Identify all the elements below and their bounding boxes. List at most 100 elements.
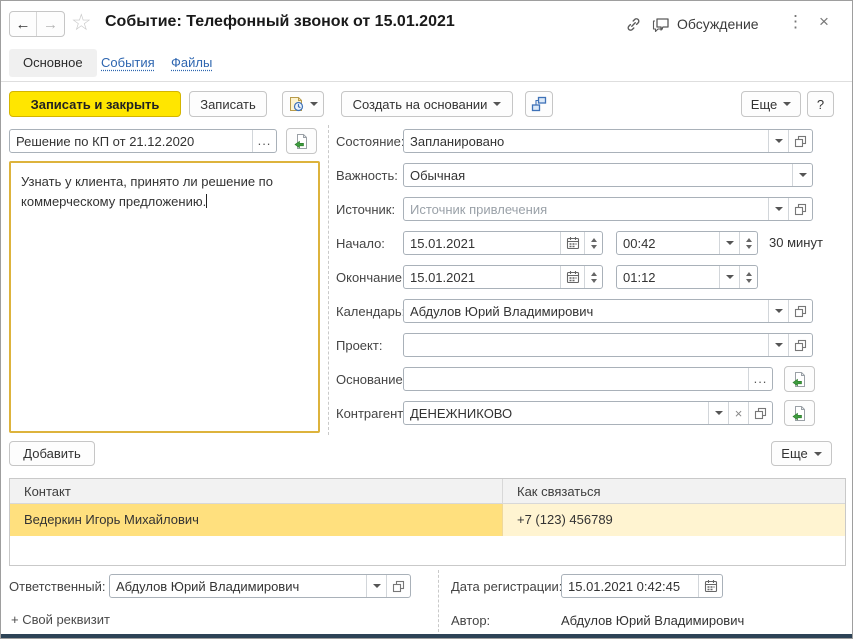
importance-field[interactable]: Обычная [403,163,813,187]
clear-icon[interactable]: × [728,402,748,424]
tab-main[interactable]: Основное [9,49,97,77]
state-field[interactable]: Запланировано [403,129,813,153]
chevron-down-icon[interactable] [708,402,728,424]
table-more-button[interactable]: Еще [771,441,832,466]
importance-value[interactable]: Обычная [404,164,792,186]
description-textarea[interactable]: Узнать у клиента, принято ли решение по … [9,161,320,433]
counterparty-value[interactable]: ДЕНЕЖНИКОВО [404,402,708,424]
column-header-contact[interactable]: Контакт [10,479,502,503]
open-in-window-icon[interactable] [748,402,772,424]
end-time-field[interactable]: 01:12 [616,265,758,289]
chevron-down-icon[interactable] [719,232,739,254]
responsible-field[interactable]: Абдулов Юрий Владимирович [109,574,411,598]
source-placeholder[interactable]: Источник привлечения [404,198,768,220]
time-spinner[interactable] [739,266,757,288]
tabs-divider [1,81,853,82]
postpone-event-button[interactable] [282,91,324,117]
structure-links-icon [531,96,547,112]
registration-date-value[interactable]: 15.01.2021 0:42:45 [562,575,698,597]
end-date-field[interactable]: 15.01.2021 [403,265,603,289]
open-counterparty-button[interactable] [784,400,815,426]
add-contact-label: Добавить [23,446,80,461]
choose-button[interactable]: ... [748,368,772,390]
chevron-down-icon[interactable] [768,334,788,356]
close-icon[interactable]: × [815,12,833,32]
end-date-value[interactable]: 15.01.2021 [404,266,560,288]
table-row[interactable]: Ведеркин Игорь Михайлович +7 (123) 45678… [10,504,845,536]
subject-value[interactable]: Решение по КП от 21.12.2020 [10,130,252,152]
calendar-icon[interactable] [560,232,584,254]
copy-link-icon[interactable] [623,14,643,34]
state-label: Состояние: [336,134,404,149]
tab-files[interactable]: Файлы [171,55,212,70]
create-based-on-button[interactable]: Создать на основании [341,91,513,117]
open-in-window-icon[interactable] [788,198,812,220]
form-more-button[interactable]: Еще [741,91,801,117]
calendar-value[interactable]: Абдулов Юрий Владимирович [404,300,768,322]
end-label: Окончание: [336,270,406,285]
calendar-icon[interactable] [560,266,584,288]
open-in-window-icon[interactable] [386,575,410,597]
basis-label: Основание: [336,372,406,387]
time-spinner[interactable] [739,232,757,254]
tab-events[interactable]: События [101,55,155,70]
start-time-field[interactable]: 00:42 [616,231,758,255]
contact-cell[interactable]: Ведеркин Игорь Михайлович [10,504,502,536]
footer-divider [438,570,439,632]
date-spinner[interactable] [584,266,602,288]
open-basis-button[interactable] [784,366,815,392]
save-button[interactable]: Записать [189,91,267,117]
add-contact-button[interactable]: Добавить [9,441,95,466]
date-spinner[interactable] [584,232,602,254]
responsible-value[interactable]: Абдулов Юрий Владимирович [110,575,366,597]
registration-date-field[interactable]: 15.01.2021 0:42:45 [561,574,723,598]
chevron-down-icon [493,102,501,110]
basis-field[interactable]: ... [403,367,773,391]
registration-date-label: Дата регистрации: [451,579,562,594]
help-button[interactable]: ? [807,91,834,117]
project-field[interactable] [403,333,813,357]
calendar-field[interactable]: Абдулов Юрий Владимирович [403,299,813,323]
how-to-contact-cell[interactable]: +7 (123) 456789 [502,504,845,536]
forward-button[interactable]: → [37,12,64,36]
open-subject-button[interactable] [286,128,317,154]
calendar-icon[interactable] [698,575,722,597]
end-time-value[interactable]: 01:12 [617,266,719,288]
back-button[interactable]: ← [10,12,37,36]
start-date-field[interactable]: 15.01.2021 [403,231,603,255]
discussion-label[interactable]: Обсуждение [677,16,759,32]
start-label: Начало: [336,236,385,251]
text-cursor [206,194,207,208]
start-date-value[interactable]: 15.01.2021 [404,232,560,254]
custom-attribute-link[interactable]: + Свой реквизит [11,612,110,627]
related-documents-button[interactable] [525,91,553,117]
discussion-icon[interactable] [651,14,671,34]
favorite-star-icon[interactable]: ☆ [71,9,92,36]
chevron-down-icon[interactable] [768,130,788,152]
counterparty-field[interactable]: ДЕНЕЖНИКОВО × [403,401,773,425]
start-time-value[interactable]: 00:42 [617,232,719,254]
chevron-down-icon[interactable] [366,575,386,597]
open-in-window-icon[interactable] [788,300,812,322]
chevron-down-icon[interactable] [792,164,812,186]
contacts-table-header: Контакт Как связаться [10,479,845,504]
open-in-window-icon[interactable] [788,334,812,356]
state-value[interactable]: Запланировано [404,130,768,152]
chevron-down-icon[interactable] [719,266,739,288]
open-in-window-icon[interactable] [788,130,812,152]
column-header-how-to-contact[interactable]: Как связаться [502,479,845,503]
choose-button[interactable]: ... [252,130,276,152]
subject-field[interactable]: Решение по КП от 21.12.2020 ... [9,129,277,153]
chevron-down-icon[interactable] [768,300,788,322]
save-and-close-button[interactable]: Записать и закрыть [9,91,181,117]
source-label: Источник: [336,202,395,217]
contacts-table: Контакт Как связаться Ведеркин Игорь Мих… [9,478,846,566]
form-more-label: Еще [751,97,777,112]
table-more-label: Еще [781,446,807,461]
source-field[interactable]: Источник привлечения [403,197,813,221]
project-value[interactable] [404,334,768,356]
basis-value[interactable] [404,368,748,390]
save-label: Записать [200,97,256,112]
more-menu-icon[interactable]: ⋮ [787,12,801,32]
chevron-down-icon[interactable] [768,198,788,220]
